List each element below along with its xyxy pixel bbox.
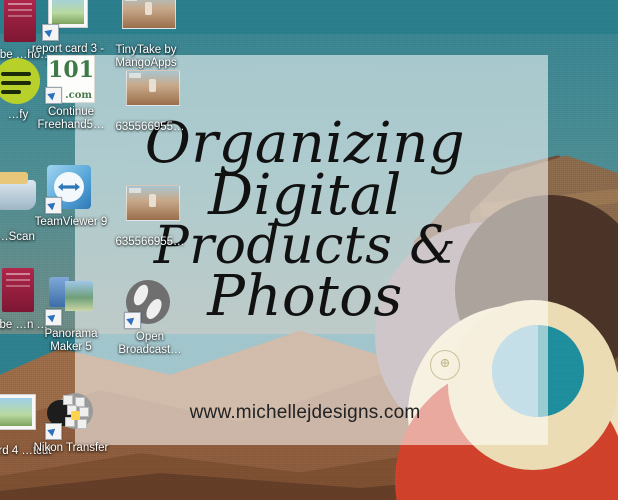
photo-thumbnail bbox=[52, 0, 84, 24]
icon-teamviewer-9[interactable]: TeamViewer 9 bbox=[33, 163, 109, 229]
shortcut-arrow-icon bbox=[45, 423, 62, 440]
icon-tinytake-glyph-icon bbox=[122, 0, 176, 41]
icon-open-broadcaster-glyph-icon bbox=[124, 280, 174, 329]
icon-continue-freehand-label: Continue Freehand5… bbox=[37, 106, 105, 131]
nikon-node bbox=[63, 395, 73, 405]
icon-image-635566955-b-glyph-icon bbox=[126, 185, 180, 233]
icon-nikon-transfer-label: Nikon Transfer bbox=[33, 442, 109, 454]
art-red-doc-art bbox=[2, 268, 34, 312]
art-thumb-art bbox=[126, 185, 180, 221]
art-thumb-art bbox=[126, 70, 180, 106]
site-url: www.michellejdesigns.com bbox=[189, 402, 421, 423]
shortcut-arrow-icon bbox=[124, 312, 141, 329]
shortcut-arrow-icon bbox=[45, 87, 62, 104]
icon-continue-freehand-glyph-icon: 101 .com bbox=[45, 55, 95, 104]
icon-nikon-transfer-glyph-icon bbox=[45, 391, 95, 440]
icon-image-635566955-a[interactable]: 635566955… bbox=[112, 63, 188, 134]
icon-open-broadcaster-label: Open Broadcast… bbox=[118, 331, 182, 356]
icon-panorama-maker-5-label: Panorama Maker 5 bbox=[44, 328, 98, 353]
icon-teamviewer-9-glyph-icon bbox=[45, 165, 95, 214]
nikon-highlight bbox=[71, 411, 80, 420]
art-thumb-art bbox=[122, 0, 176, 29]
shortcut-arrow-icon bbox=[42, 24, 59, 41]
icon-teamviewer-9-label: TeamViewer 9 bbox=[34, 216, 108, 228]
icon-scan-label: …Scan bbox=[0, 231, 35, 243]
art-photo-art bbox=[0, 394, 36, 430]
shortcut-arrow-icon bbox=[45, 197, 62, 214]
icon-panorama-maker-5-glyph-icon bbox=[45, 277, 95, 326]
nikon-node bbox=[79, 407, 89, 417]
icon-image-635566955-a-label: 635566955… bbox=[115, 121, 185, 133]
desktop-screen: Organizing Digital Products & Photos www… bbox=[0, 0, 618, 500]
icon-continue-freehand[interactable]: 101 .com Continue Freehand5… bbox=[33, 55, 109, 132]
shortcut-arrow-icon bbox=[45, 309, 62, 326]
icon-tinytake[interactable]: TinyTake by MangoApps bbox=[108, 0, 184, 70]
icon-image-635566955-a-glyph-icon bbox=[126, 70, 180, 118]
watermark-badge-icon: ⊕ bbox=[430, 350, 460, 380]
photo-thumbnail bbox=[0, 398, 32, 426]
icon-nikon-transfer[interactable]: Nikon Transfer bbox=[33, 388, 109, 455]
icon-report-card-3-glyph-icon bbox=[42, 0, 92, 41]
dotcom-label: .com bbox=[65, 90, 92, 101]
art-scan-art bbox=[0, 172, 36, 210]
nikon-node bbox=[77, 419, 87, 429]
icon-open-broadcaster[interactable]: Open Broadcast… bbox=[112, 280, 188, 357]
icon-image-635566955-b[interactable]: 635566955… bbox=[112, 178, 188, 249]
icon-panorama-maker-5[interactable]: Panorama Maker 5 bbox=[33, 272, 109, 354]
icon-image-635566955-b-label: 635566955… bbox=[115, 236, 185, 248]
panorama-panel bbox=[65, 281, 93, 311]
